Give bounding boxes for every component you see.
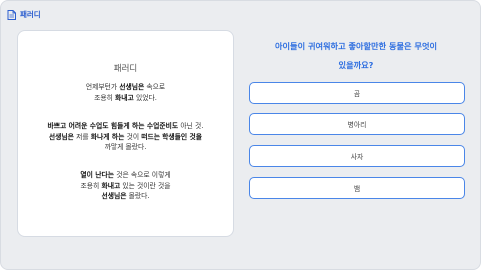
option-button-3[interactable]: 사자: [249, 145, 465, 167]
passage-text: 속으로: [144, 83, 166, 91]
emphasis-text: 선생님은: [48, 132, 74, 141]
passage-text: 것이: [124, 132, 142, 141]
option-label: 뱀: [353, 185, 361, 193]
passage-text: 있었다.: [133, 93, 157, 102]
option-label: 사자: [350, 153, 364, 161]
passage-text: 것은 속으로 이렇게: [114, 171, 171, 179]
passage-text: 아닌 것.: [178, 122, 204, 130]
passage-text: 있는 것이란 것을: [120, 181, 171, 190]
emphasis-text: 선생님은: [101, 192, 127, 200]
passage-line: 까맣게 몰랐다.: [22, 142, 229, 153]
option-label: 곰: [353, 90, 361, 98]
passage-text: 저를: [73, 132, 91, 141]
passage-text: 까맣게 몰랐다.: [104, 143, 147, 151]
header: 패러디: [7, 10, 41, 20]
passage-text: 조용히: [94, 93, 116, 102]
emphasis-text: 열이 난다는: [80, 171, 115, 179]
emphasis-text: 화내고: [115, 93, 134, 102]
document-icon: [7, 10, 16, 20]
passage-paragraph-2: 바쁘고 어려운 수업도 힘들게 하는 수업준비도 아닌 것. 선생님은 저를 화나…: [22, 121, 229, 153]
passage-line: 언제부턴가 선생님은 속으로: [22, 82, 229, 93]
passage-text: 몰랐다.: [126, 192, 150, 200]
emphasis-text: 화내고: [101, 181, 121, 190]
emphasis-text: 바쁘고 어려운 수업도 힘들게 하는 수업준비도: [47, 122, 179, 130]
question-line-2: 있을까요?: [338, 60, 374, 70]
option-button-2[interactable]: 병아리: [249, 113, 465, 135]
passage-paragraph-1: 언제부턴가 선생님은 속으로 조용히 화내고 있었다.: [22, 82, 229, 103]
emphasis-text: 떠드는: [141, 132, 160, 141]
passage-line: 열이 난다는 것은 속으로 이렇게: [22, 170, 229, 181]
passage-line: 조용히 화내고 있었다.: [22, 93, 229, 104]
passage-line: 선생님은 몰랐다.: [22, 191, 229, 202]
passage-line: 선생님은 저를 화나게 하는 것이 떠드는 학생들인 것을: [22, 132, 229, 143]
emphasis-text: 학생들인 것을: [162, 132, 203, 141]
option-label: 병아리: [347, 121, 367, 129]
emphasis-text: 선생님은: [119, 83, 145, 91]
option-button-1[interactable]: 곰: [249, 82, 465, 104]
option-button-4[interactable]: 뱀: [249, 177, 465, 199]
passage-title: 패러디: [113, 64, 138, 74]
passage-card: 패러디 언제부턴가 선생님은 속으로 조용히 화내고 있었다. 바쁘고 어려운 수…: [17, 30, 234, 237]
passage-paragraph-3: 열이 난다는 것은 속으로 이렇게 조용히 화내고 있는 것이란 것을 선생님은 몰…: [22, 170, 229, 202]
passage-text: 조용히: [80, 181, 102, 190]
question-text: 아이들이 귀여워하고 좋아할만한 동물은 무엇이 있을까요?: [247, 37, 465, 75]
question-line-1: 아이들이 귀여워하고 좋아할만한 동물은 무엇이: [274, 41, 438, 51]
passage-line: 조용히 화내고 있는 것이란 것을: [22, 181, 229, 192]
quiz-window: 패러디 패러디 언제부턴가 선생님은 속으로 조용히 화내고 있었다. 바쁘고 어…: [0, 0, 481, 270]
passage-text: 언제부턴가: [85, 83, 120, 91]
passage-line: 바쁘고 어려운 수업도 힘들게 하는 수업준비도 아닌 것.: [22, 121, 229, 132]
header-title: 패러디: [20, 10, 41, 19]
emphasis-text: 화나게 하는: [90, 132, 125, 141]
